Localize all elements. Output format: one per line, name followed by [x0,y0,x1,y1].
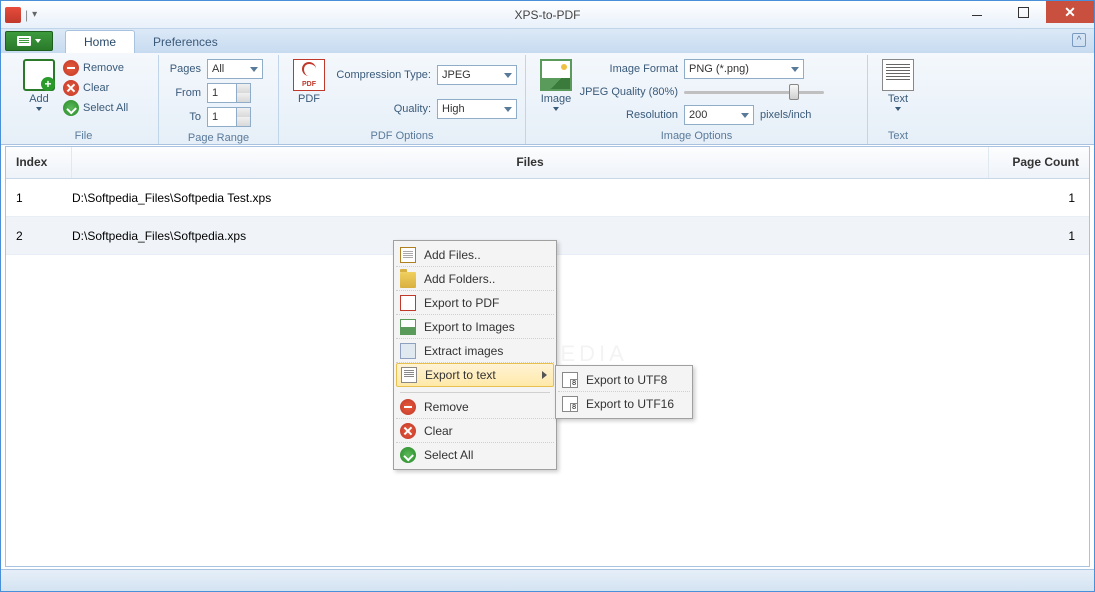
ctx-add-files[interactable]: Add Files.. [396,243,554,267]
minimize-button[interactable] [954,1,1000,23]
separator [400,389,550,393]
table-header: Index Files Page Count [6,147,1089,179]
qat-separator: | [25,8,28,22]
window-title: XPS-to-PDF [514,8,580,22]
utf8-icon [562,372,578,388]
remove-icon [63,60,79,76]
ctx-select-all[interactable]: Select All [396,443,554,467]
ctx-clear[interactable]: Clear [396,419,554,443]
ribbon: Add Remove Clear Select All File [1,53,1094,145]
chevron-down-icon [895,107,901,111]
group-label-page-range: Page Range [167,131,270,146]
group-label-image-options: Image Options [534,129,859,144]
close-button[interactable]: ✕ [1046,1,1094,23]
pdf-label: PDF [298,93,320,105]
resolution-combo[interactable]: 200 [684,105,754,125]
file-icon [400,247,416,263]
add-button[interactable]: Add [17,57,61,113]
ctx-export-utf16[interactable]: Export to UTF16 [558,392,690,416]
text-icon [882,59,914,91]
quality-label: Quality: [331,103,431,115]
quality-combo[interactable]: High [437,99,517,119]
clear-icon [400,423,416,439]
pdf-icon [293,59,325,91]
pdf-icon [400,295,416,311]
tab-preferences[interactable]: Preferences [135,31,236,53]
jpeg-quality-slider[interactable] [684,83,824,101]
from-label: From [167,87,201,99]
text-button[interactable]: Text [876,57,920,113]
ctx-export-text[interactable]: Export to text [396,363,554,387]
ctx-export-images[interactable]: Export to Images [396,315,554,339]
to-label: To [167,111,201,123]
text-icon [401,367,417,383]
clear-label: Clear [83,82,109,94]
col-page-count[interactable]: Page Count [989,147,1089,178]
group-label-file: File [17,129,150,144]
app-icon [5,7,21,23]
text-label: Text [888,93,908,105]
extract-icon [400,343,416,359]
image-button[interactable]: Image [534,57,578,113]
chevron-down-icon [553,107,559,111]
image-format-combo[interactable]: PNG (*.png) [684,59,804,79]
context-submenu: Export to UTF8 Export to UTF16 [555,365,693,419]
pages-label: Pages [167,63,201,75]
from-spinner[interactable]: 1 [207,83,251,103]
ribbon-tabs: Home Preferences ^ [1,29,1094,53]
ctx-remove[interactable]: Remove [396,395,554,419]
select-all-label: Select All [83,102,128,114]
ctx-export-pdf[interactable]: Export to PDF [396,291,554,315]
file-menu-button[interactable] [5,31,53,51]
compression-label: Compression Type: [331,69,431,81]
pdf-button[interactable]: PDF [287,57,331,107]
to-spinner[interactable]: 1 [207,107,251,127]
pages-combo[interactable]: All [207,59,263,79]
col-index[interactable]: Index [6,147,72,178]
submenu-arrow-icon [542,371,547,379]
add-label: Add [29,93,49,105]
context-menu: Add Files.. Add Folders.. Export to PDF … [393,240,557,470]
resolution-label: Resolution [578,109,678,121]
image-label: Image [541,93,572,105]
add-icon [23,59,55,91]
clear-button[interactable]: Clear [61,79,130,97]
ctx-add-folders[interactable]: Add Folders.. [396,267,554,291]
maximize-button[interactable] [1000,1,1046,23]
table-row[interactable]: 1 D:\Softpedia_Files\Softpedia Test.xps … [6,179,1089,217]
check-icon [63,100,79,116]
chevron-down-icon [36,107,42,111]
image-icon [400,319,416,335]
qat-dropdown-icon[interactable]: ▾ [32,9,37,20]
jpeg-quality-label: JPEG Quality (80%) [578,86,678,98]
title-bar: | ▾ XPS-to-PDF ✕ [1,1,1094,29]
help-collapse-icon[interactable]: ^ [1072,33,1086,47]
group-label-pdf-options: PDF Options [287,129,517,144]
resolution-unit: pixels/inch [760,109,811,121]
group-label-text: Text [876,129,920,144]
utf16-icon [562,396,578,412]
ctx-extract-images[interactable]: Extract images [396,339,554,363]
col-files[interactable]: Files [72,147,989,178]
tab-home[interactable]: Home [65,30,135,53]
status-bar [1,569,1094,591]
clear-icon [63,80,79,96]
remove-button[interactable]: Remove [61,59,130,77]
remove-label: Remove [83,62,124,74]
remove-icon [400,399,416,415]
image-format-label: Image Format [578,63,678,75]
compression-combo[interactable]: JPEG [437,65,517,85]
folder-icon [400,272,416,288]
image-icon [540,59,572,91]
check-icon [400,447,416,463]
select-all-button[interactable]: Select All [61,99,130,117]
ctx-export-utf8[interactable]: Export to UTF8 [558,368,690,392]
